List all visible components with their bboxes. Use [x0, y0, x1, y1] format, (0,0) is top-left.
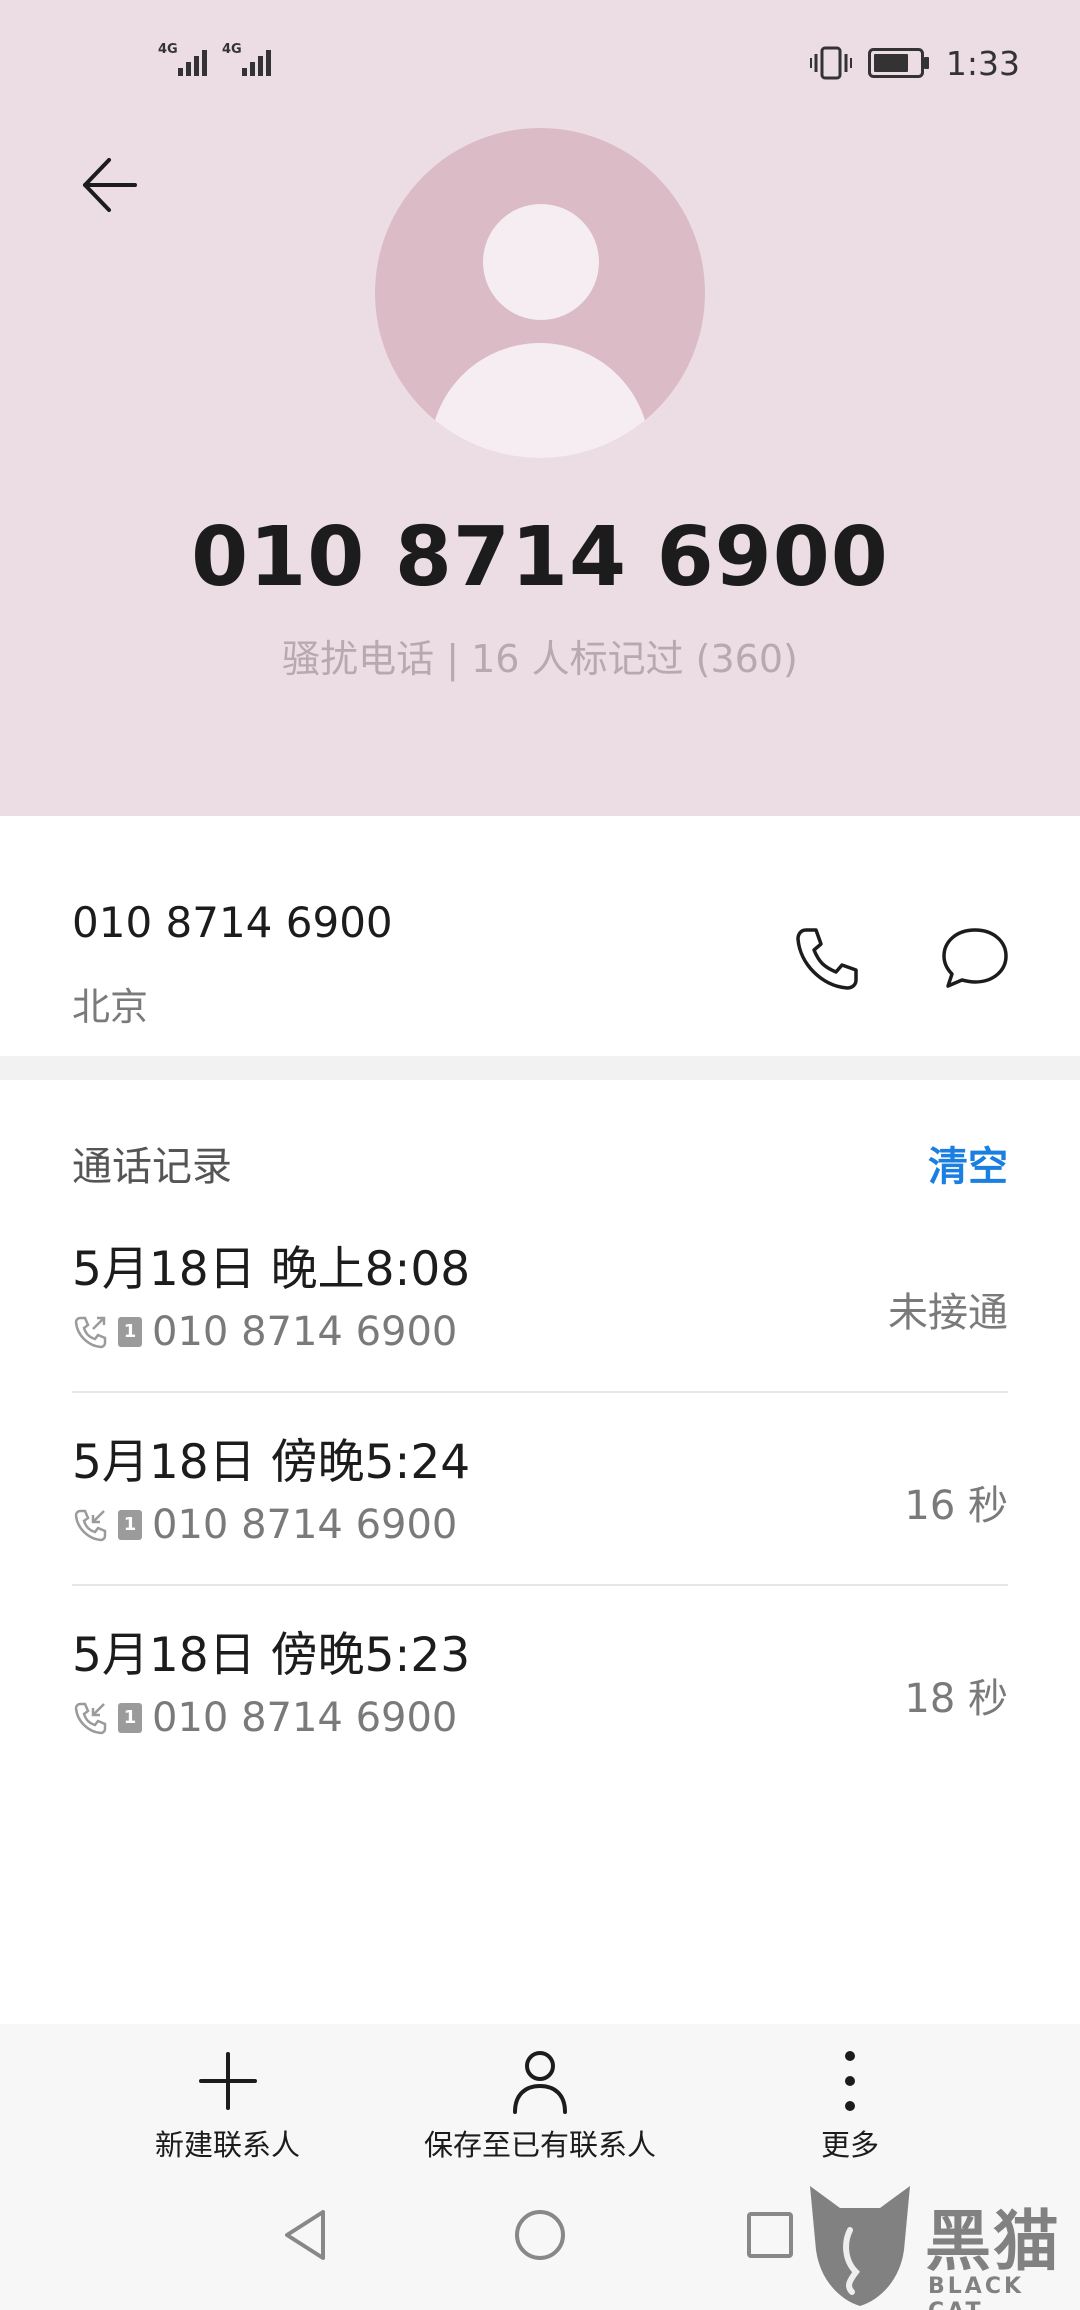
person-icon [513, 2051, 567, 2114]
save-to-existing-label: 保存至已有联系人 [423, 2128, 656, 2162]
message-icon [942, 928, 1008, 988]
status-time: 1:33 [945, 43, 1020, 83]
call-result: 16 秒 [904, 1483, 1008, 1529]
nav-back-icon [285, 2210, 325, 2260]
person-avatar-icon [375, 128, 705, 458]
call-log-title: 通话记录 [72, 1144, 232, 1190]
call-number: 010 8714 6900 [152, 1309, 458, 1355]
contact-location: 北京 [72, 985, 149, 1029]
message-button[interactable] [938, 922, 1012, 996]
plus-icon [198, 2052, 257, 2110]
more-button[interactable]: 更多 [800, 2046, 900, 2164]
new-contact-label: 新建联系人 [154, 2128, 300, 2162]
bottom-action-bar: 新建联系人 保存至已有联系人 更多 [0, 2024, 1080, 2170]
network-type-label: 4G [222, 42, 242, 57]
call-number: 010 8714 6900 [152, 1502, 458, 1548]
avatar-head [483, 204, 599, 320]
call-log-item[interactable]: 5月18日 晚上8:08 1 010 8714 6900 未接通 [72, 1200, 1008, 1393]
arrow-left-icon [83, 158, 137, 212]
status-right-group: 1:33 [809, 38, 1020, 88]
nav-back-button[interactable] [273, 2200, 343, 2270]
nav-recents-button[interactable] [735, 2200, 805, 2270]
back-button[interactable] [70, 150, 150, 220]
save-to-existing-contact-button[interactable]: 保存至已有联系人 [405, 2046, 675, 2164]
battery-icon [867, 48, 929, 78]
call-detail: 1 010 8714 6900 [72, 1694, 457, 1742]
outgoing-call-icon [74, 1316, 107, 1349]
call-detail: 1 010 8714 6900 [72, 1501, 457, 1549]
call-time: 5月18日 晚上8:08 [72, 1242, 471, 1297]
vibrate-icon [809, 46, 852, 80]
contact-row: 010 8714 6900 北京 [0, 816, 1080, 1056]
contact-number: 010 8714 6900 [72, 898, 393, 947]
incoming-call-icon [74, 1509, 107, 1542]
sim-badge: 1 [118, 1510, 142, 1540]
call-button[interactable] [790, 922, 864, 996]
watermark: 黑猫 BLACK CAT [800, 2180, 1080, 2310]
phone-icon [796, 928, 858, 990]
watermark-text: 黑猫 [925, 2203, 1061, 2280]
black-cat-logo-icon [810, 2186, 910, 2306]
caller-number-title: 010 8714 6900 [191, 510, 889, 605]
sim-badge: 1 [118, 1703, 142, 1733]
nav-home-button[interactable] [505, 2200, 575, 2270]
header: 4G 4G 1:33 010 8714 6900 骚扰电话 | 16 人标记过 … [0, 0, 1080, 816]
clear-call-log-button[interactable]: 清空 [928, 1134, 1008, 1192]
call-result: 未接通 [888, 1290, 1008, 1336]
call-number: 010 8714 6900 [152, 1695, 458, 1741]
nav-home-icon [515, 2210, 565, 2260]
section-divider [0, 1056, 1080, 1080]
nav-recents-icon [747, 2212, 793, 2258]
new-contact-button[interactable]: 新建联系人 [140, 2046, 315, 2164]
incoming-call-icon [74, 1702, 107, 1735]
call-log-item[interactable]: 5月18日 傍晚5:23 1 010 8714 6900 18 秒 [72, 1586, 1008, 1779]
spam-tag-line: 骚扰电话 | 16 人标记过 (360) [282, 637, 798, 681]
call-time: 5月18日 傍晚5:24 [72, 1435, 471, 1490]
status-bar: 4G 4G 1:33 [0, 0, 1080, 120]
more-vertical-icon [845, 2051, 855, 2111]
call-result: 18 秒 [904, 1676, 1008, 1722]
watermark-subtext: BLACK CAT [928, 2274, 1025, 2310]
call-detail: 1 010 8714 6900 [72, 1308, 457, 1356]
avatar-body [430, 343, 650, 458]
sim-badge: 1 [118, 1317, 142, 1347]
more-label: 更多 [820, 2128, 879, 2162]
call-time: 5月18日 傍晚5:23 [72, 1628, 471, 1683]
network-type-label: 4G [158, 42, 178, 57]
call-log-item[interactable]: 5月18日 傍晚5:24 1 010 8714 6900 16 秒 [72, 1393, 1008, 1586]
